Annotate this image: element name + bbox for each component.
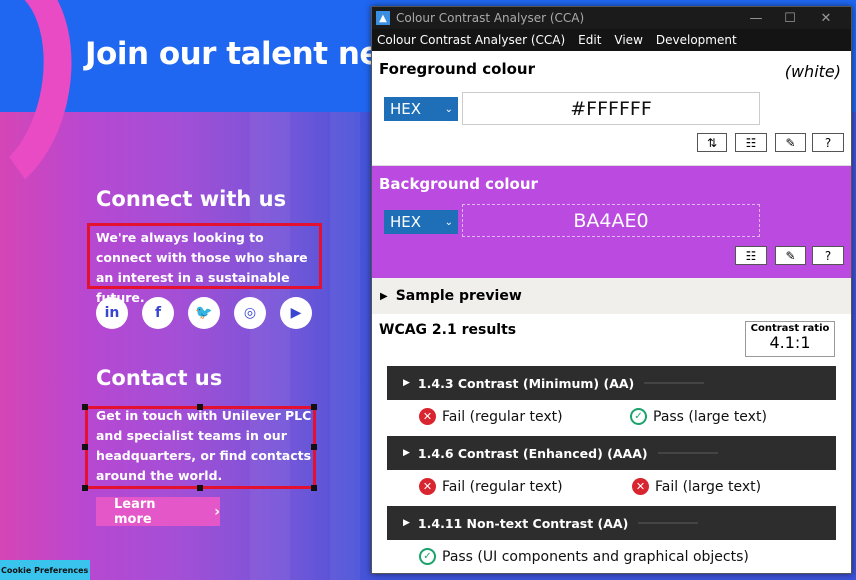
resize-handle[interactable] [82,444,88,450]
selection-box[interactable] [85,406,316,489]
background-format-select[interactable]: HEX ⌄ [384,210,458,234]
menu-edit[interactable]: Edit [578,33,601,47]
contrast-ratio-box: Contrast ratio 4.1:1 [745,321,835,357]
result-text: Fail (regular text) [442,478,563,495]
menu-bar: Colour Contrast Analyser (CCA) Edit View… [372,29,851,51]
wcag-heading: WCAG 2.1 results [379,322,517,338]
chevron-down-icon: ⌄ [444,103,453,115]
pass-icon: ✓ [419,548,436,565]
background-heading: Background colour [379,175,538,193]
fail-icon: ✕ [419,478,436,495]
expand-arrow-icon: ▶ [403,378,410,388]
result-row: ✓ Pass (large text) [630,408,767,425]
sample-preview-toggle[interactable]: ▶ Sample preview [372,278,851,314]
youtube-icon[interactable]: ▶ [280,297,312,329]
eyedropper-icon[interactable]: ✎ [775,133,806,152]
cookie-preferences-button[interactable]: Cookie Preferences [0,560,90,580]
contact-heading: Contact us [96,366,223,390]
fail-icon: ✕ [419,408,436,425]
pass-icon: ✓ [630,408,647,425]
criterion-1-4-11[interactable]: ▶ 1.4.11 Non-text Contrast (AA) [387,506,836,540]
criterion-1-4-3[interactable]: ▶ 1.4.3 Contrast (Minimum) (AA) [387,366,836,400]
divider [638,522,699,524]
result-text: Fail (large text) [655,478,762,495]
linkedin-icon[interactable]: in [96,297,128,329]
learn-more-button[interactable]: Learn more › [96,496,220,527]
help-icon[interactable]: ? [812,133,844,152]
result-row: ✕ Fail (regular text) [419,408,563,425]
criterion-1-4-6[interactable]: ▶ 1.4.6 Contrast (Enhanced) (AAA) [387,436,836,470]
result-row: ✕ Fail (regular text) [419,478,563,495]
sliders-icon[interactable]: ☷ [735,246,767,265]
result-text: Pass (UI components and graphical object… [442,548,749,565]
expand-arrow-icon: ▶ [403,448,410,458]
resize-handle[interactable] [197,485,203,491]
decor-stripe [330,112,360,580]
resize-handle[interactable] [311,485,317,491]
foreground-format-select[interactable]: HEX ⌄ [384,97,458,121]
wcag-results: WCAG 2.1 results Contrast ratio 4.1:1 ▶ … [372,314,851,573]
facebook-icon[interactable]: f [142,297,174,329]
help-icon[interactable]: ? [812,246,844,265]
twitter-icon[interactable]: 🐦 [188,297,220,329]
title-bar[interactable]: ▲ Colour Contrast Analyser (CCA) — ☐ ✕ [372,7,851,29]
expand-arrow-icon: ▶ [380,290,388,302]
minimize-icon[interactable]: — [741,7,771,29]
result-row: ✕ Fail (large text) [632,478,761,495]
background-panel: Background colour HEX ⌄ BA4AE0 ☷ ✎ ? [372,166,851,278]
foreground-hex-input[interactable]: #FFFFFF [462,92,760,125]
resize-handle[interactable] [197,404,203,410]
chevron-right-icon: › [214,503,220,520]
fail-icon: ✕ [632,478,649,495]
resize-handle[interactable] [82,404,88,410]
resize-handle[interactable] [82,485,88,491]
expand-arrow-icon: ▶ [403,518,410,528]
menu-app[interactable]: Colour Contrast Analyser (CCA) [377,33,565,47]
contrast-ratio-value: 4.1:1 [769,333,811,352]
foreground-heading: Foreground colour [379,60,535,78]
menu-development[interactable]: Development [656,33,737,47]
foreground-format-label: HEX [390,100,422,118]
criterion-label: 1.4.6 Contrast (Enhanced) (AAA) [417,445,648,461]
app-icon: ▲ [376,11,390,25]
divider [644,382,705,384]
close-icon[interactable]: ✕ [811,7,841,29]
result-row: ✓ Pass (UI components and graphical obje… [419,548,749,565]
criterion-label: 1.4.3 Contrast (Minimum) (AA) [417,375,635,391]
foreground-panel: Foreground colour (white) HEX ⌄ #FFFFFF … [372,51,851,166]
sliders-icon[interactable]: ☷ [735,133,767,152]
background-hex-input[interactable]: BA4AE0 [462,204,760,237]
result-text: Pass (large text) [653,408,767,425]
swap-colours-icon[interactable]: ⇅ [697,133,727,152]
resize-handle[interactable] [311,444,317,450]
eyedropper-icon[interactable]: ✎ [775,246,806,265]
instagram-icon[interactable]: ◎ [234,297,266,329]
background-format-label: HEX [390,213,422,231]
decor-stripe [250,112,290,580]
connect-heading: Connect with us [96,187,287,211]
maximize-icon[interactable]: ☐ [775,7,805,29]
learn-more-label: Learn more [114,496,156,527]
social-links: in f 🐦 ◎ ▶ [96,297,312,329]
sample-preview-label: Sample preview [395,288,522,304]
resize-handle[interactable] [311,404,317,410]
menu-view[interactable]: View [614,33,642,47]
criterion-label: 1.4.11 Non-text Contrast (AA) [417,515,629,531]
chevron-down-icon: ⌄ [444,216,453,228]
result-text: Fail (regular text) [442,408,563,425]
highlight-box [87,223,322,289]
site-title: Join our talent net [85,36,395,72]
window-title: Colour Contrast Analyser (CCA) [396,11,585,25]
cca-window: ▲ Colour Contrast Analyser (CCA) — ☐ ✕ C… [371,6,852,574]
divider [657,452,718,454]
foreground-colour-name: (white) [784,62,841,81]
